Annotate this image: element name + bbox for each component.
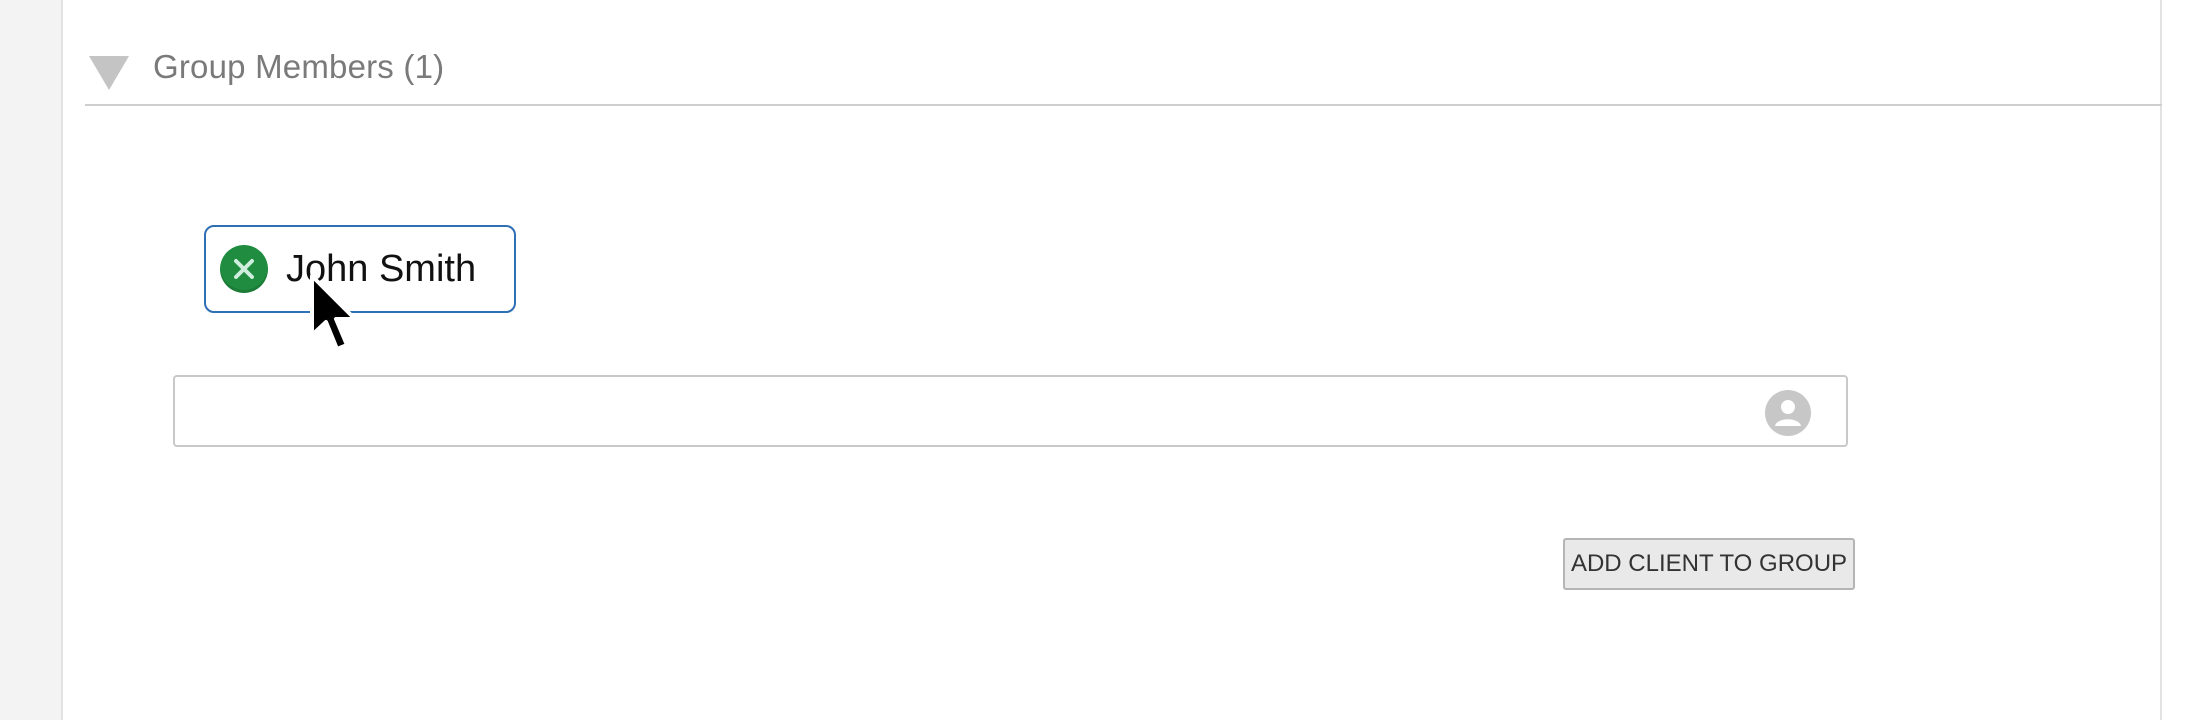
right-gutter [2162, 0, 2205, 720]
person-icon [1765, 390, 1811, 436]
section-title: Group Members (1) [153, 48, 445, 85]
client-search-field[interactable] [173, 375, 1848, 447]
close-icon [234, 259, 254, 279]
add-client-to-group-button[interactable]: ADD CLIENT TO GROUP [1563, 538, 1855, 590]
member-name: John Smith [286, 247, 477, 290]
triangle-down-icon [89, 56, 129, 90]
page: Group Members (1) John Smith ADD CLIENT … [0, 0, 2205, 720]
section-divider [85, 104, 2205, 106]
section-header: Group Members (1) [87, 40, 444, 106]
group-panel: Group Members (1) [61, 0, 2205, 720]
client-search-input[interactable] [175, 377, 1846, 445]
remove-member-button[interactable] [220, 245, 268, 293]
member-chip: John Smith [204, 225, 516, 313]
collapse-toggle[interactable] [87, 56, 131, 90]
